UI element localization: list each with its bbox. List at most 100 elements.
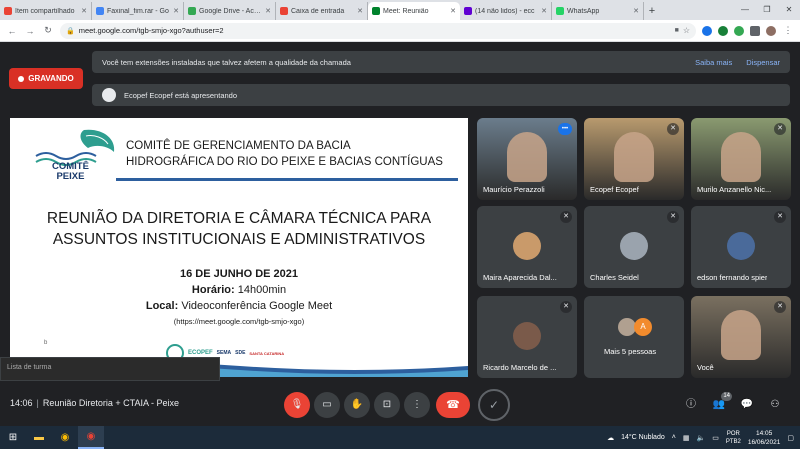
time-value: 14h00min: [237, 284, 287, 296]
windows-start-icon[interactable]: ⊞: [0, 426, 26, 449]
chrome-icon[interactable]: ◉: [52, 426, 78, 449]
browser-tab[interactable]: Item compartilhado ✕: [0, 2, 92, 20]
recording-label: GRAVANDO: [28, 74, 74, 83]
maximize-icon[interactable]: ❐: [756, 0, 778, 20]
browser-tab[interactable]: WhatsApp ✕: [552, 2, 644, 20]
slide-title: REUNIÃO DA DIRETORIA E CÂMARA TÉCNICA PA…: [10, 208, 468, 250]
activities-button[interactable]: ⚇: [764, 394, 786, 416]
forward-icon[interactable]: →: [24, 26, 36, 36]
camera-button[interactable]: ▭: [314, 392, 340, 418]
reload-icon[interactable]: ↻: [42, 25, 54, 36]
window-controls: — ❐ ✕: [734, 0, 800, 20]
chat-button[interactable]: 💬: [736, 394, 758, 416]
new-tab-icon[interactable]: +: [644, 2, 660, 20]
camera-icon[interactable]: ■: [675, 27, 679, 34]
slide-time: Horário: 14h00min: [10, 284, 468, 296]
weather-text[interactable]: 14°C Nublado: [621, 434, 665, 441]
browser-tab[interactable]: Faxinal_fim.rar - Go ✕: [92, 2, 184, 20]
browser-tab-bar: Item compartilhado ✕ Faxinal_fim.rar - Go ✕…: [0, 0, 800, 20]
close-tab-icon[interactable]: ✕: [541, 7, 547, 15]
participant-tile[interactable]: ✕ Maira Aparecida Dal...: [477, 206, 577, 288]
meeting-details-button[interactable]: ⓘ: [680, 394, 702, 416]
close-tab-icon[interactable]: ✕: [265, 7, 271, 15]
slide-organization: COMITÊ DE GERENCIAMENTO DA BACIA HIDROGR…: [126, 138, 462, 170]
close-tab-icon[interactable]: ✕: [450, 7, 456, 15]
sponsor-sema: SEMA: [216, 350, 232, 356]
title-line-1: REUNIÃO DA DIRETORIA E CÂMARA TÉCNICA PA…: [46, 210, 432, 227]
dismiss-button[interactable]: Dispensar: [746, 58, 780, 67]
close-tab-icon[interactable]: ✕: [81, 7, 87, 15]
lang-line-2: PTB2: [725, 438, 741, 445]
people-count-badge: 14: [721, 392, 732, 401]
muted-mic-icon: ✕: [774, 301, 786, 313]
slide-stray-text: b: [44, 340, 48, 346]
taskbar-clock[interactable]: 14:05 16/06/2021: [748, 429, 781, 447]
present-button[interactable]: ⊡: [374, 392, 400, 418]
raise-hand-button[interactable]: ✋: [344, 392, 370, 418]
mic-off-button[interactable]: 🎙: [284, 392, 310, 418]
participant-tile[interactable]: ••• Maurício Perazzoli: [477, 118, 577, 200]
close-window-icon[interactable]: ✕: [778, 0, 800, 20]
notification-icon[interactable]: ▢: [787, 434, 794, 442]
close-tab-icon[interactable]: ✕: [633, 7, 639, 15]
yahoo-icon: [464, 7, 472, 15]
chevron-up-icon[interactable]: ˄: [672, 434, 676, 441]
slide-location: Local: Videoconferência Google Meet: [10, 300, 468, 312]
presentation-slide: COMITÊ PEIXE COMITÊ DE GERENCIAMENTO DA …: [10, 118, 468, 377]
presenter-avatar: [102, 88, 116, 102]
browser-tab[interactable]: Meet: Reunião ✕: [368, 2, 460, 20]
muted-mic-icon: ✕: [667, 211, 679, 223]
extension-icon[interactable]: [734, 25, 744, 36]
battery-icon[interactable]: ▭: [712, 434, 719, 442]
participant-tile[interactable]: ✕ Ecopef Ecopef: [584, 118, 684, 200]
extension-icon[interactable]: [702, 25, 712, 36]
participant-tile[interactable]: ✕ Você: [691, 296, 791, 378]
slide-link: (https://meet.google.com/tgb-smjo-xgo): [173, 317, 305, 326]
close-tab-icon[interactable]: ✕: [357, 7, 363, 15]
address-bar: ← → ↻ 🔒 meet.google.com/tgb-smjo-xgo?aut…: [0, 20, 800, 42]
participant-name: Mais 5 pessoas: [604, 347, 657, 356]
file-explorer-icon[interactable]: ▬: [26, 426, 52, 449]
participant-tile[interactable]: A Mais 5 pessoas: [584, 296, 684, 378]
tab-label: Faxinal_fim.rar - Go: [107, 7, 169, 15]
slide-logo-text: COMITÊ PEIXE: [52, 162, 89, 182]
star-icon[interactable]: ☆: [683, 26, 690, 35]
tab-label: WhatsApp: [567, 7, 600, 15]
participant-tile[interactable]: ✕ edson fernando spier: [691, 206, 791, 288]
participant-tile[interactable]: ✕ Ricardo Marcelo de ...: [477, 296, 577, 378]
close-tab-icon[interactable]: ✕: [173, 7, 179, 15]
back-icon[interactable]: ←: [6, 26, 18, 36]
language-indicator[interactable]: POR PTB2: [726, 430, 741, 446]
windows-taskbar: ⊞ ▬ ◉ ◉ ☁ 14°C Nublado ˄ ▦ 🔈 ▭ POR PTB2 …: [0, 426, 800, 449]
meeting-name: Reunião Diretoria + CTAIA - Peixe: [42, 398, 180, 408]
learn-more-link[interactable]: Saiba mais: [695, 58, 732, 67]
gmail-icon: [4, 7, 12, 15]
network-icon[interactable]: ▦: [683, 434, 690, 442]
browser-tab[interactable]: Google Drive - Acess ✕: [184, 2, 276, 20]
browser-tab[interactable]: Caixa de entrada ✕: [276, 2, 368, 20]
puzzle-icon[interactable]: [750, 25, 760, 36]
more-options-button[interactable]: ⋮: [404, 392, 430, 418]
volume-icon[interactable]: 🔈: [696, 434, 705, 442]
participant-initial-avatar: A: [634, 318, 652, 336]
profile-avatar[interactable]: [766, 25, 776, 36]
url-input[interactable]: 🔒 meet.google.com/tgb-smjo-xgo?authuser=…: [60, 22, 696, 39]
cloud-icon: ☁: [607, 434, 615, 442]
camera-icon: ▭: [322, 399, 332, 410]
presenting-text: Ecopef Ecopef está apresentando: [124, 90, 237, 100]
people-button[interactable]: 👥 14: [708, 392, 732, 416]
info-icon: ⓘ: [686, 399, 696, 410]
minimize-icon[interactable]: —: [734, 0, 756, 20]
checkmark-overlay: ✓: [478, 389, 510, 421]
lock-icon: 🔒: [66, 27, 75, 35]
participant-tile[interactable]: ✕ Charles Seidel: [584, 206, 684, 288]
leave-call-button[interactable]: ☎: [436, 392, 470, 418]
participant-tile[interactable]: ✕ Murilo Anzanello Nic...: [691, 118, 791, 200]
extension-icon[interactable]: [718, 25, 728, 36]
chrome-active-icon[interactable]: ◉: [78, 426, 104, 449]
tab-label: Caixa de entrada: [291, 7, 345, 15]
menu-icon[interactable]: ⋮: [782, 25, 794, 36]
browser-tab[interactable]: (14 não lidos) - ecc ✕: [460, 2, 552, 20]
participant-name: Ricardo Marcelo de ...: [483, 363, 557, 372]
time-label: Horário:: [191, 284, 235, 296]
